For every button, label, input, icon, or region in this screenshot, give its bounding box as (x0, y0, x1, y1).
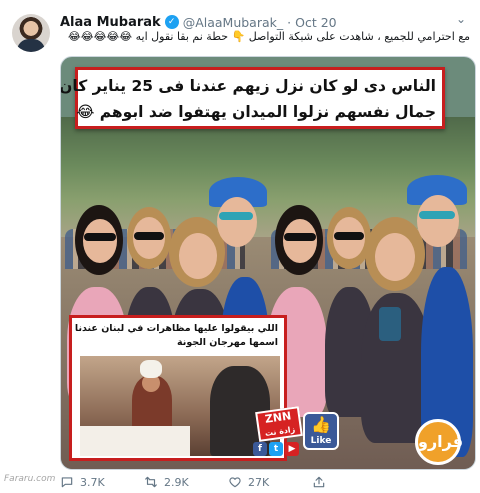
facebook-like-badge: 👍 Like (303, 412, 339, 450)
chevron-down-icon[interactable]: ⌄ (454, 12, 468, 26)
retweet-count: 2.9K (164, 475, 189, 489)
tweet-media-image[interactable]: الناس دى لو كان نزل زيهم عندنا فى 25 ينا… (60, 56, 476, 470)
separator: · (287, 14, 292, 30)
like-button[interactable]: 27K (228, 475, 312, 489)
phone (379, 307, 401, 341)
woman-face (283, 219, 317, 263)
twitter-icon: t (269, 442, 283, 456)
social-icons: f t ▶ (253, 442, 299, 456)
reply-button[interactable]: 3.7K (60, 475, 144, 489)
znn-badge: ZNN زادة نت (255, 406, 303, 442)
tweet-timestamp[interactable]: Oct 20 (295, 15, 337, 30)
watermark-text: Fararu.com (4, 474, 56, 484)
share-button[interactable] (312, 475, 342, 489)
sunglasses (284, 233, 316, 241)
fararu-logo: فرارو (415, 419, 463, 465)
facebook-icon: f (253, 442, 267, 456)
meme-caption: الناس دى لو كان نزل زيهم عندنا فى 25 ينا… (60, 67, 445, 129)
tweet-card[interactable]: Alaa Mubarak ✓ @AlaaMubarak_ · Oct 20 ⌄ … (0, 0, 480, 493)
caption-line-1: الناس دى لو كان نزل زيهم عندنا فى 25 ينا… (60, 77, 436, 95)
avatar[interactable] (12, 14, 50, 52)
verified-badge-icon: ✓ (164, 15, 179, 29)
reply-icon (60, 475, 74, 489)
reply-count: 3.7K (80, 475, 105, 489)
sunglasses (219, 212, 253, 220)
like-badge-label: Like (310, 436, 332, 446)
sunglasses (84, 233, 116, 241)
youtube-icon: ▶ (285, 442, 299, 456)
author-name[interactable]: Alaa Mubarak (60, 15, 161, 30)
chef-hat (140, 360, 162, 378)
thumbs-up-icon: 👍 (311, 415, 331, 434)
background-trees (61, 117, 475, 237)
woman-face (179, 233, 217, 279)
retweet-button[interactable]: 2.9K (144, 475, 228, 489)
woman-face (375, 233, 415, 281)
woman-face (417, 195, 459, 247)
tweet-text: مع احترامي للجميع ، شاهدت على شبكة التوا… (67, 30, 470, 43)
sunglasses (334, 232, 364, 240)
table (80, 426, 190, 456)
caption-line-2: جمال نفسهم نزلوا الميدان يهتفوا ضد ابوهم… (76, 103, 436, 121)
sunglasses (134, 232, 164, 240)
tweet-header: Alaa Mubarak ✓ @AlaaMubarak_ · Oct 20 (60, 13, 337, 31)
share-icon (312, 475, 326, 489)
inset-caption: اللي بيقولوا عليها مظاهرات في لبنان عندن… (74, 323, 278, 348)
like-count: 27K (248, 475, 270, 489)
sunglasses (419, 211, 455, 219)
inset-meme: اللي بيقولوا عليها مظاهرات في لبنان عندن… (69, 315, 287, 461)
woman-face (83, 219, 117, 263)
retweet-icon (144, 475, 158, 489)
heart-icon (228, 475, 242, 489)
woman-face (217, 197, 257, 247)
author-handle[interactable]: @AlaaMubarak_ (183, 15, 283, 30)
tweet-actions: 3.7K 2.9K 27K (60, 474, 360, 490)
inset-photo (80, 356, 280, 456)
